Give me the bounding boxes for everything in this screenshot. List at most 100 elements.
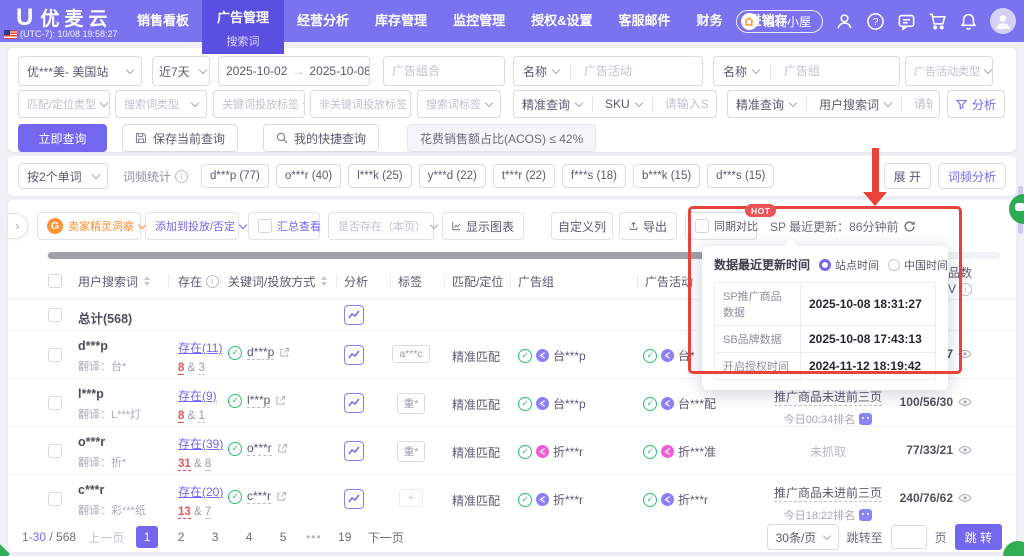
rank-monitor-icon[interactable]: [859, 509, 872, 521]
nav-item-auth-settings[interactable]: 授权&设置: [518, 0, 605, 42]
page-number-3[interactable]: 3: [204, 526, 226, 548]
campaign-cell[interactable]: ✓折***r: [643, 491, 708, 508]
page-number-19[interactable]: 19: [334, 526, 356, 548]
sellersprite-insight-button[interactable]: G 卖家精灵洞察: [37, 212, 141, 240]
organic-rank-status[interactable]: 推广商品未进前三页: [774, 484, 882, 502]
search-term[interactable]: c***r: [78, 483, 146, 497]
sort-icon[interactable]: [144, 276, 150, 286]
exists-link[interactable]: 存在(20): [178, 485, 223, 499]
jump-button[interactable]: 跳 转: [955, 524, 1002, 550]
nav-item-inventory[interactable]: 库存管理: [362, 0, 440, 42]
nav-item-sales-board[interactable]: 销售看板: [124, 0, 202, 42]
word-unit-select[interactable]: 按2个单词: [18, 163, 108, 189]
page-number-5[interactable]: 5: [272, 526, 294, 548]
keyword-tag-select[interactable]: 关键词投放标签: [213, 90, 305, 118]
term-tag-select[interactable]: 搜索词标签: [417, 90, 501, 118]
term-field-select[interactable]: 用户搜索词: [812, 96, 896, 113]
campaign-name-select[interactable]: 名称: [514, 63, 565, 80]
word-chip[interactable]: y***d (22): [419, 164, 486, 188]
tag-chip[interactable]: a***c: [392, 345, 429, 363]
side-expander-button[interactable]: ›: [8, 213, 28, 239]
add-tag-button[interactable]: +: [399, 489, 423, 507]
nav-item-business-analysis[interactable]: 经营分析: [284, 0, 362, 42]
word-freq-analyze-button[interactable]: 词频分析: [938, 163, 1006, 189]
row-checkbox[interactable]: [48, 444, 62, 458]
acos-filter-chip[interactable]: 花费销售额占比(ACOS) ≤ 42%: [407, 124, 596, 152]
site-time-radio[interactable]: 站点时间: [819, 257, 879, 273]
analysis-chart-icon[interactable]: [344, 393, 364, 413]
date-range-picker[interactable]: 2025-10-02 → 2025-10-08: [218, 56, 370, 86]
custom-columns-button[interactable]: 自定义列: [551, 212, 613, 240]
word-chip[interactable]: l***k (25): [348, 164, 411, 188]
external-link-icon[interactable]: [276, 491, 287, 502]
external-link-icon[interactable]: [277, 443, 288, 454]
campaign-cell[interactable]: ✓台*: [643, 347, 695, 364]
search-term[interactable]: o***r: [78, 435, 126, 449]
adgroup-cell[interactable]: ✓台***p: [518, 395, 586, 412]
show-chart-button[interactable]: 显示图表: [442, 212, 524, 240]
cart-icon[interactable]: [928, 12, 947, 31]
jump-page-input[interactable]: [891, 525, 927, 549]
add-to-targeting-button[interactable]: 添加到投放/否定: [145, 212, 239, 240]
campaign-input-field[interactable]: [576, 64, 702, 78]
keyword-link[interactable]: o***r: [247, 441, 272, 456]
campaign-cell[interactable]: ✓台***配: [643, 395, 716, 412]
radio-selected-icon[interactable]: [819, 259, 831, 271]
quick-query-button[interactable]: 我的快捷查询: [263, 124, 379, 152]
adgroup-cell[interactable]: ✓折***r: [518, 491, 583, 508]
analysis-chart-icon[interactable]: [344, 441, 364, 461]
keyword-link[interactable]: l***p: [247, 393, 270, 408]
nonkeyword-tag-select[interactable]: 非关键词投放标签: [310, 90, 411, 118]
word-chip[interactable]: d***p (77): [201, 164, 269, 188]
nav-item-finance[interactable]: 财务: [683, 0, 735, 42]
exists-link[interactable]: 存在(39): [178, 437, 223, 451]
term-type-select[interactable]: 搜索词类型: [115, 90, 207, 118]
compare-period-checkbox[interactable]: 同期对比: [685, 212, 757, 240]
search-term[interactable]: l***p: [78, 387, 141, 401]
store-select[interactable]: 优***美- 美国站: [18, 56, 142, 86]
portfolio-input[interactable]: [383, 56, 505, 86]
search-term[interactable]: d***p: [78, 339, 126, 353]
welfare-house-button[interactable]: 福利小屋: [736, 10, 823, 33]
tag-chip[interactable]: 重*: [397, 393, 426, 414]
term-exact-select[interactable]: 精准查询: [728, 96, 801, 113]
summary-view-checkbox[interactable]: 汇总查看: [248, 212, 320, 240]
campaign-cell[interactable]: ✓折***准: [643, 443, 716, 460]
eye-icon[interactable]: [958, 397, 972, 407]
word-chip[interactable]: f***s (18): [562, 164, 626, 188]
external-link-icon[interactable]: [275, 395, 286, 406]
keyword-link[interactable]: d***p: [247, 345, 274, 360]
exists-link[interactable]: 存在(9): [178, 389, 217, 403]
exists-link[interactable]: 存在(11): [178, 341, 222, 355]
china-time-radio[interactable]: 中国时间: [888, 257, 948, 273]
term-input-field[interactable]: [907, 97, 939, 111]
export-button[interactable]: 导出: [619, 212, 677, 240]
radio-icon[interactable]: [888, 259, 900, 271]
user-avatar[interactable]: [990, 8, 1016, 34]
sku-field-select[interactable]: SKU: [598, 97, 647, 111]
page-ellipsis[interactable]: •••: [306, 530, 322, 544]
campaign-type-select[interactable]: 广告活动类型: [905, 56, 993, 86]
sku-input-field[interactable]: [658, 97, 716, 111]
sort-icon[interactable]: [321, 276, 327, 286]
eye-icon[interactable]: [958, 493, 972, 503]
organic-rank-status[interactable]: 推广商品未进前三页: [774, 388, 882, 406]
query-now-button[interactable]: 立即查询: [18, 124, 107, 152]
external-link-icon[interactable]: [279, 347, 290, 358]
analysis-chart-icon[interactable]: [344, 489, 364, 509]
save-query-button[interactable]: 保存当前查询: [122, 124, 238, 152]
bell-icon[interactable]: [959, 12, 978, 31]
analyze-button[interactable]: 分析: [947, 90, 1005, 118]
help-icon[interactable]: ?: [866, 12, 885, 31]
keyword-link[interactable]: c***r: [247, 489, 271, 504]
page-number-1[interactable]: 1: [136, 526, 158, 548]
select-all-checkbox[interactable]: [48, 274, 62, 288]
expand-button[interactable]: 展 开: [884, 163, 931, 189]
exists-on-page-select[interactable]: 是否存在（本页）: [328, 212, 434, 240]
word-chip[interactable]: o***r (40): [276, 164, 341, 188]
tag-chip[interactable]: 重*: [397, 441, 426, 462]
adgroup-cell[interactable]: ✓折***r: [518, 443, 583, 460]
analysis-chart-icon[interactable]: [344, 305, 364, 325]
nav-item-monitoring[interactable]: 监控管理: [440, 0, 518, 42]
adgroup-cell[interactable]: ✓台***p: [518, 347, 586, 364]
